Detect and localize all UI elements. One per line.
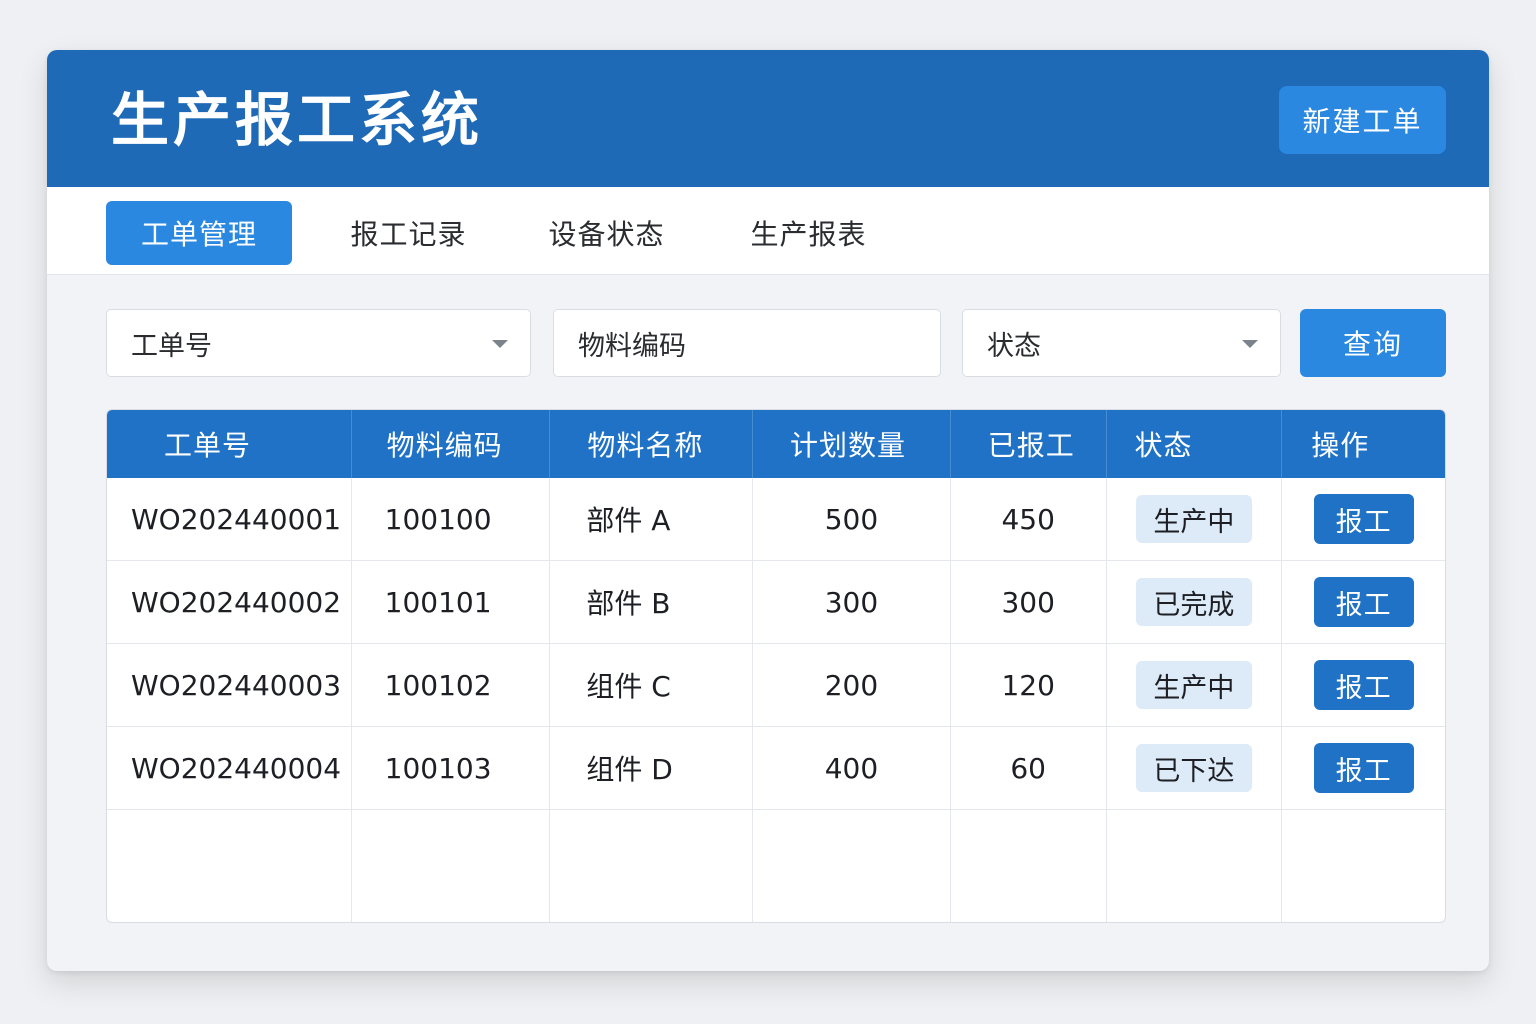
status-cell: 生产中 <box>1107 644 1283 726</box>
empty-cell <box>1107 810 1283 922</box>
new-order-button[interactable]: 新建工单 <box>1279 86 1446 154</box>
status-badge: 生产中 <box>1135 495 1252 543</box>
tab-equipment-status[interactable]: 设备状态 <box>529 201 684 265</box>
order-no-cell: WO202440003 <box>107 644 352 726</box>
chevron-down-icon <box>1242 340 1258 348</box>
reported-qty-cell: 450 <box>951 478 1107 560</box>
material-code-placeholder: 物料编码 <box>578 330 686 362</box>
tab-report-records[interactable]: 报工记录 <box>331 201 486 265</box>
material-name-cell: 部件 B <box>550 561 754 643</box>
order-no-cell: WO202440001 <box>107 478 352 560</box>
column-header: 状态 <box>1107 410 1283 478</box>
action-cell: 报工 <box>1282 478 1445 560</box>
empty-cell <box>550 810 754 922</box>
report-button[interactable]: 报工 <box>1313 743 1414 793</box>
column-header: 物料名称 <box>550 410 754 478</box>
planned-qty-cell: 300 <box>753 561 951 643</box>
empty-table-area <box>107 810 1445 922</box>
order-no-cell: WO202440004 <box>107 727 352 809</box>
tab-order-management[interactable]: 工单管理 <box>106 201 292 265</box>
reported-qty-cell: 120 <box>951 644 1107 726</box>
empty-cell <box>107 810 352 922</box>
report-button[interactable]: 报工 <box>1313 577 1414 627</box>
material-code-input[interactable]: 物料编码 <box>553 309 941 377</box>
empty-cell <box>753 810 951 922</box>
report-button[interactable]: 报工 <box>1313 494 1414 544</box>
action-cell: 报工 <box>1282 644 1445 726</box>
column-header: 工单号 <box>107 410 352 478</box>
status-cell: 已完成 <box>1107 561 1283 643</box>
planned-qty-cell: 200 <box>753 644 951 726</box>
empty-cell <box>352 810 551 922</box>
app-title: 生产报工系统 <box>111 86 484 154</box>
column-header: 已报工 <box>951 410 1107 478</box>
material-code-cell: 100102 <box>352 644 551 726</box>
tab-production-report[interactable]: 生产报表 <box>731 201 886 265</box>
table-row: WO202440001 100100 部件 A 500 450 生产中 报工 <box>107 478 1445 561</box>
status-badge: 生产中 <box>1135 661 1252 709</box>
material-name-cell: 组件 C <box>550 644 754 726</box>
reported-qty-cell: 60 <box>951 727 1107 809</box>
order-no-select-label: 工单号 <box>131 330 212 362</box>
chevron-down-icon <box>492 340 508 348</box>
filter-bar: 工单号 物料编码 状态 查询 <box>106 309 1446 377</box>
material-name-cell: 部件 A <box>550 478 754 560</box>
table-row: WO202440002 100101 部件 B 300 300 已完成 报工 <box>107 561 1445 644</box>
status-select-label: 状态 <box>987 330 1041 362</box>
column-header: 计划数量 <box>753 410 951 478</box>
query-button[interactable]: 查询 <box>1300 309 1446 377</box>
action-cell: 报工 <box>1282 561 1445 643</box>
app-window: 生产报工系统 新建工单 工单管理 报工记录 设备状态 生产报表 工单号 物料编码… <box>47 50 1489 971</box>
table-header: 工单号 物料编码 物料名称 计划数量 已报工 状态 操作 <box>107 410 1445 478</box>
empty-cell <box>1282 810 1445 922</box>
planned-qty-cell: 500 <box>753 478 951 560</box>
tab-bar: 工单管理 报工记录 设备状态 生产报表 <box>47 187 1489 275</box>
material-code-cell: 100100 <box>352 478 551 560</box>
table-row: WO202440004 100103 组件 D 400 60 已下达 报工 <box>107 727 1445 810</box>
empty-cell <box>951 810 1107 922</box>
material-code-cell: 100101 <box>352 561 551 643</box>
table-row: WO202440003 100102 组件 C 200 120 生产中 报工 <box>107 644 1445 727</box>
status-cell: 已下达 <box>1107 727 1283 809</box>
status-badge: 已完成 <box>1135 578 1252 626</box>
column-header: 操作 <box>1311 429 1370 462</box>
report-button[interactable]: 报工 <box>1313 660 1414 710</box>
app-header: 生产报工系统 新建工单 <box>47 50 1489 187</box>
status-cell: 生产中 <box>1107 478 1283 560</box>
column-header: 物料编码 <box>352 410 551 478</box>
reported-qty-cell: 300 <box>951 561 1107 643</box>
material-code-cell: 100103 <box>352 727 551 809</box>
planned-qty-cell: 400 <box>753 727 951 809</box>
work-order-table: 工单号 物料编码 物料名称 计划数量 已报工 状态 操作 WO202440001… <box>106 409 1446 923</box>
order-no-cell: WO202440002 <box>107 561 352 643</box>
order-no-select[interactable]: 工单号 <box>106 309 531 377</box>
material-name-cell: 组件 D <box>550 727 754 809</box>
action-cell: 报工 <box>1282 727 1445 809</box>
status-select[interactable]: 状态 <box>962 309 1281 377</box>
status-badge: 已下达 <box>1135 744 1252 792</box>
